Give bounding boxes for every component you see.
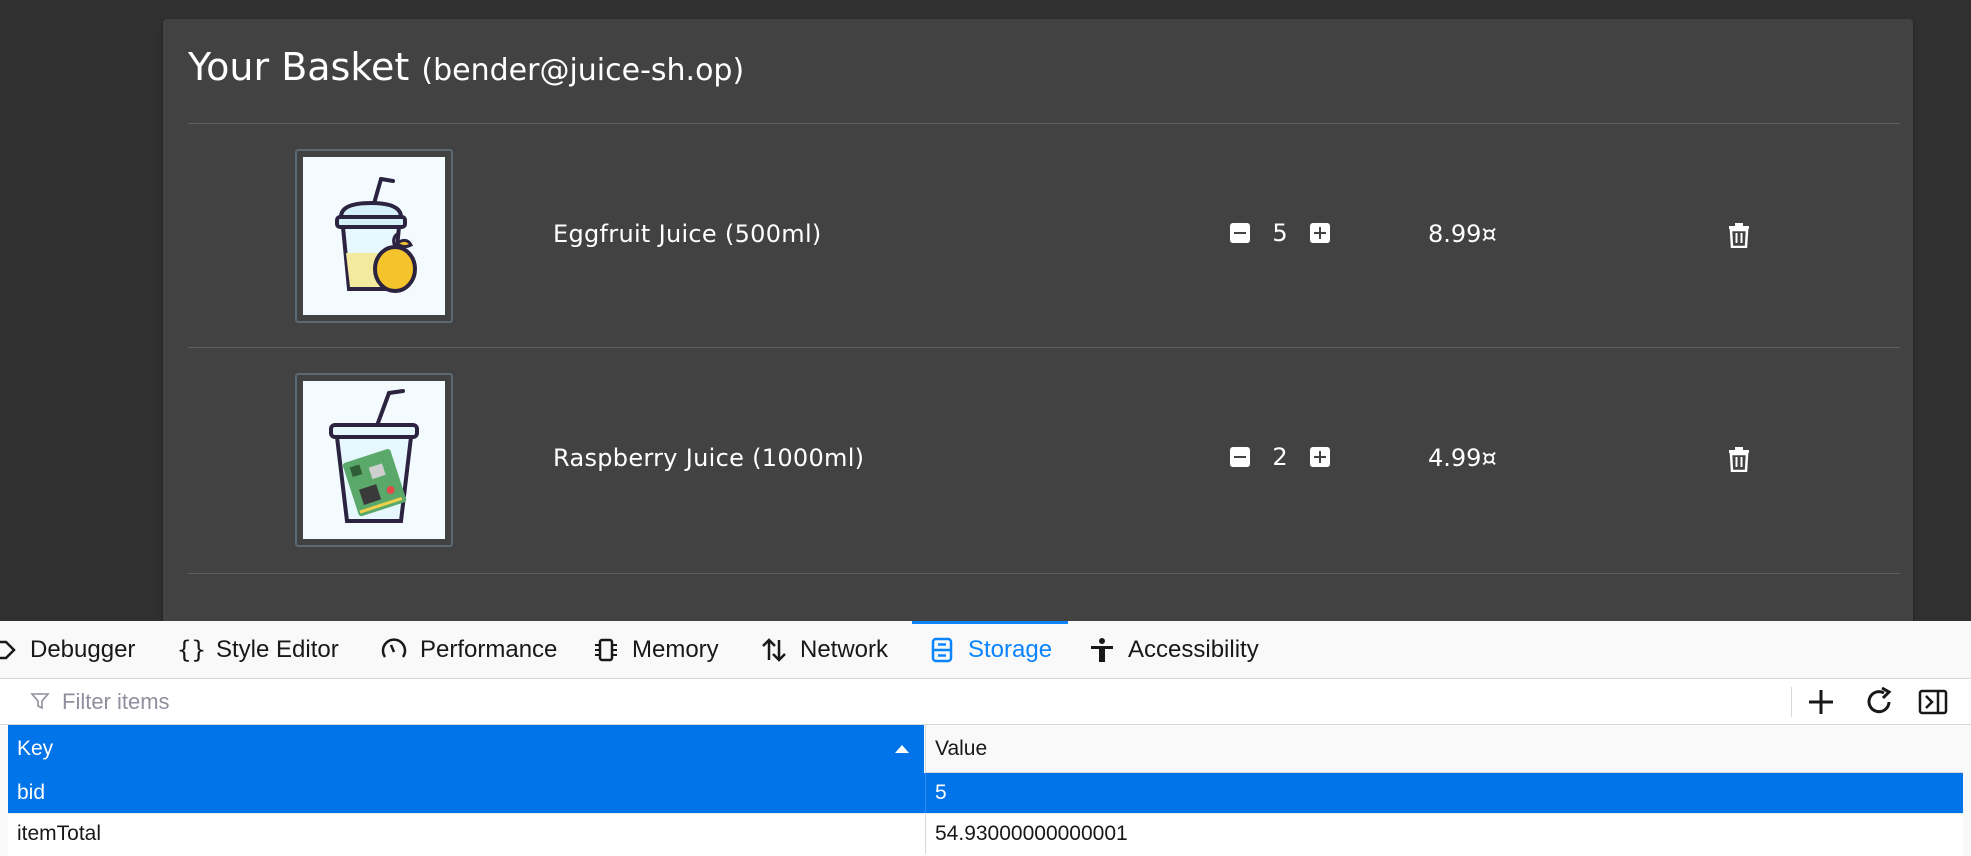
tab-style-editor[interactable]: {} Style Editor bbox=[176, 621, 339, 678]
column-header-label: Key bbox=[17, 737, 54, 760]
quantity-control: 5 bbox=[1230, 218, 1330, 248]
divider bbox=[188, 573, 1900, 574]
tab-accessibility[interactable]: Accessibility bbox=[1088, 621, 1259, 678]
tab-network[interactable]: Network bbox=[760, 621, 888, 678]
tab-performance[interactable]: Performance bbox=[380, 621, 557, 678]
basket-row: Eggfruit Juice (500ml) 5 8.99¤ bbox=[188, 124, 1900, 348]
tab-label: Performance bbox=[420, 635, 558, 663]
row-key: itemTotal bbox=[17, 822, 102, 845]
product-image bbox=[295, 149, 453, 323]
row-value: 54.93000000000001 bbox=[925, 814, 1963, 854]
tab-label: Accessibility bbox=[1128, 635, 1259, 663]
tab-label: Debugger bbox=[30, 635, 136, 663]
raspberry-juice-icon bbox=[329, 389, 419, 523]
trash-icon[interactable] bbox=[1728, 446, 1750, 472]
add-item-icon[interactable] bbox=[1804, 685, 1838, 719]
toolbar-separator bbox=[1791, 687, 1792, 717]
tab-label: Style Editor bbox=[216, 635, 339, 663]
accessibility-icon bbox=[1091, 637, 1113, 662]
devtools-tabbar: Debugger {} Style Editor Performance Mem… bbox=[0, 621, 1971, 679]
basket-user: (bender@juice-sh.op) bbox=[421, 53, 745, 88]
tab-label: Memory bbox=[632, 635, 719, 663]
sort-ascending-icon bbox=[895, 745, 909, 753]
storage-table: Key Value bid 5 itemTotal 54.93000000000… bbox=[8, 725, 1963, 856]
decrease-quantity-button[interactable] bbox=[1230, 447, 1250, 467]
product-price: 4.99¤ bbox=[1428, 444, 1497, 472]
basket-title: Your Basket bbox=[188, 45, 410, 89]
column-header-value[interactable]: Value bbox=[925, 725, 1963, 773]
toggle-sidebar-icon[interactable] bbox=[1916, 685, 1950, 719]
tab-memory[interactable]: Memory bbox=[592, 621, 719, 678]
tab-storage[interactable]: Storage bbox=[912, 621, 1069, 678]
debugger-icon bbox=[0, 640, 16, 659]
storage-icon bbox=[931, 637, 953, 662]
increase-quantity-button[interactable] bbox=[1310, 223, 1330, 243]
basket-card: Your Basket (bender@juice-sh.op) Eggfrui… bbox=[163, 19, 1913, 621]
product-price: 8.99¤ bbox=[1428, 220, 1497, 248]
table-row[interactable]: bid 5 bbox=[8, 773, 1963, 813]
gauge-icon bbox=[381, 637, 407, 658]
devtools-panel: Debugger {} Style Editor Performance Mem… bbox=[0, 621, 1971, 856]
filter-icon bbox=[30, 693, 50, 710]
product-name: Raspberry Juice (1000ml) bbox=[553, 444, 865, 472]
chip-icon bbox=[595, 638, 617, 661]
table-header: Key Value bbox=[8, 725, 1963, 773]
arrows-updown-icon bbox=[762, 637, 786, 662]
tab-debugger[interactable]: Debugger bbox=[0, 621, 135, 678]
table-row[interactable]: itemTotal 54.93000000000001 bbox=[8, 813, 1963, 854]
basket-heading: Your Basket (bender@juice-sh.op) bbox=[188, 45, 744, 89]
refresh-icon[interactable] bbox=[1862, 685, 1896, 719]
increase-quantity-button[interactable] bbox=[1310, 447, 1330, 467]
eggfruit-juice-icon bbox=[335, 177, 417, 293]
quantity-value: 2 bbox=[1272, 443, 1288, 471]
app-viewport: Your Basket (bender@juice-sh.op) Eggfrui… bbox=[0, 0, 1971, 621]
basket-row: Raspberry Juice (1000ml) 2 4.99¤ bbox=[188, 348, 1900, 572]
svg-text:{}: {} bbox=[177, 636, 204, 664]
row-key: bid bbox=[17, 781, 46, 804]
column-header-label: Value bbox=[935, 737, 988, 760]
column-header-key[interactable]: Key bbox=[8, 725, 924, 773]
product-image bbox=[295, 373, 453, 547]
tab-label: Storage bbox=[968, 635, 1053, 663]
trash-icon[interactable] bbox=[1728, 222, 1750, 248]
row-value: 5 bbox=[925, 773, 1963, 813]
product-name: Eggfruit Juice (500ml) bbox=[553, 220, 822, 248]
decrease-quantity-button[interactable] bbox=[1230, 223, 1250, 243]
tab-label: Network bbox=[800, 635, 889, 663]
filter-items-input[interactable] bbox=[60, 685, 1464, 719]
quantity-value: 5 bbox=[1272, 219, 1288, 247]
braces-icon: {} bbox=[177, 636, 204, 664]
quantity-control: 2 bbox=[1230, 442, 1330, 472]
storage-toolbar bbox=[0, 679, 1971, 725]
